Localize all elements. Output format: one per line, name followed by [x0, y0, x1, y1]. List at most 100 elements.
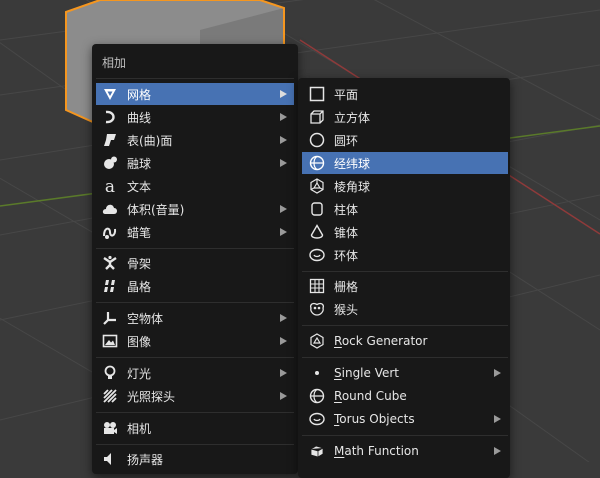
- mesh-item-plane[interactable]: 平面: [302, 83, 508, 105]
- ico-sphere-icon: [306, 175, 328, 197]
- menu-separator: [96, 302, 294, 303]
- cylinder-icon: [306, 198, 328, 220]
- add-menu-item-label: 表(曲)面: [127, 133, 173, 148]
- add-menu-item-mesh[interactable]: 网格: [96, 83, 294, 105]
- menu-separator: [302, 435, 508, 436]
- mesh-item-monkey[interactable]: 猴头: [302, 298, 508, 320]
- add-menu-item-lattice[interactable]: 晶格: [96, 275, 294, 297]
- mesh-item-label: 栅格: [334, 279, 359, 294]
- volume-icon: [99, 198, 121, 220]
- mesh-item-torus[interactable]: 环体: [302, 244, 508, 266]
- plane-icon: [306, 83, 328, 105]
- torus-icon: [306, 244, 328, 266]
- add-menu-item-curve[interactable]: 曲线: [96, 106, 294, 128]
- metaball-icon: [99, 152, 121, 174]
- mesh-item-label: 环体: [334, 248, 359, 263]
- submenu-arrow-icon: [276, 136, 290, 144]
- add-menu-item-label: 空物体: [127, 311, 164, 326]
- submenu-arrow-icon: [276, 228, 290, 236]
- mesh-item-torus-objects[interactable]: Torus Objects: [302, 408, 508, 430]
- math-function-icon: [306, 440, 328, 462]
- torus-objects-icon: [306, 408, 328, 430]
- add-menu-item-label: 曲线: [127, 110, 152, 125]
- add-menu-item-label: 蜡笔: [127, 225, 152, 240]
- monkey-icon: [306, 298, 328, 320]
- mesh-item-cone[interactable]: 锥体: [302, 221, 508, 243]
- mesh-item-uv-sphere[interactable]: 经纬球: [302, 152, 508, 174]
- add-menu-item-armature[interactable]: 骨架: [96, 252, 294, 274]
- mesh-item-cube[interactable]: 立方体: [302, 106, 508, 128]
- submenu-arrow-icon: [490, 415, 504, 423]
- submenu-arrow-icon: [490, 369, 504, 377]
- lattice-icon: [99, 275, 121, 297]
- mesh-item-cylinder[interactable]: 柱体: [302, 198, 508, 220]
- add-menu-item-label: 晶格: [127, 279, 152, 294]
- grease-pencil-icon: [99, 221, 121, 243]
- mesh-item-single-vert[interactable]: Single Vert: [302, 362, 508, 384]
- add-menu-item-light[interactable]: 灯光: [96, 362, 294, 384]
- submenu-arrow-icon: [276, 159, 290, 167]
- mesh-item-label: 立方体: [334, 110, 371, 125]
- text-icon: a: [99, 175, 121, 197]
- add-menu-item-grease-pencil[interactable]: 蜡笔: [96, 221, 294, 243]
- surface-icon: [99, 129, 121, 151]
- add-menu-item-text[interactable]: a 文本: [96, 175, 294, 197]
- empty-icon: [99, 307, 121, 329]
- mesh-item-ico-sphere[interactable]: 棱角球: [302, 175, 508, 197]
- add-menu-item-label: 图像: [127, 334, 152, 349]
- mesh-item-label: Rock Generator: [334, 334, 428, 348]
- image-icon: [99, 330, 121, 352]
- mesh-item-round-cube[interactable]: Round Cube: [302, 385, 508, 407]
- add-menu-item-image[interactable]: 图像: [96, 330, 294, 352]
- add-menu-title: 相加: [102, 56, 127, 70]
- add-menu-item-label: 扬声器: [127, 452, 164, 467]
- circle-icon: [306, 129, 328, 151]
- cube-icon: [306, 106, 328, 128]
- submenu-arrow-icon: [276, 90, 290, 98]
- menu-separator: [302, 325, 508, 326]
- mesh-item-label: 猴头: [334, 302, 359, 317]
- uv-sphere-icon: [306, 152, 328, 174]
- menu-separator: [302, 357, 508, 358]
- submenu-arrow-icon: [490, 447, 504, 455]
- add-menu-item-label: 灯光: [127, 366, 152, 381]
- add-menu-item-label: 骨架: [127, 256, 152, 271]
- submenu-arrow-icon: [276, 314, 290, 322]
- submenu-arrow-icon: [276, 369, 290, 377]
- mesh-item-label: Math Function: [334, 444, 419, 458]
- add-menu-item-label: 体积(音量): [127, 202, 185, 217]
- light-probe-icon: [99, 385, 121, 407]
- add-menu-item-speaker[interactable]: 扬声器: [96, 448, 294, 470]
- menu-separator: [96, 444, 294, 445]
- mesh-item-math-function[interactable]: Math Function: [302, 440, 508, 462]
- submenu-arrow-icon: [276, 113, 290, 121]
- speaker-icon: [99, 448, 121, 470]
- mesh-item-label: 平面: [334, 87, 359, 102]
- submenu-arrow-icon: [276, 392, 290, 400]
- menu-separator: [96, 412, 294, 413]
- add-menu-item-label: 网格: [127, 87, 152, 102]
- add-menu-item-camera[interactable]: 相机: [96, 417, 294, 439]
- add-menu-item-label: 相机: [127, 421, 152, 436]
- mesh-item-label: Round Cube: [334, 389, 407, 403]
- cone-icon: [306, 221, 328, 243]
- mesh-icon: [99, 83, 121, 105]
- round-cube-icon: [306, 385, 328, 407]
- menu-separator: [96, 78, 294, 79]
- mesh-item-rock-generator[interactable]: Rock Generator: [302, 330, 508, 352]
- add-menu-item-metaball[interactable]: 融球: [96, 152, 294, 174]
- menu-separator: [96, 357, 294, 358]
- mesh-item-grid[interactable]: 栅格: [302, 275, 508, 297]
- mesh-item-label: 圆环: [334, 133, 359, 148]
- add-menu-item-surface[interactable]: 表(曲)面: [96, 129, 294, 151]
- mesh-item-circle[interactable]: 圆环: [302, 129, 508, 151]
- mesh-item-label: Torus Objects: [334, 412, 415, 426]
- menu-separator: [96, 248, 294, 249]
- mesh-item-label: 经纬球: [334, 156, 371, 171]
- add-menu-item-empty[interactable]: 空物体: [96, 307, 294, 329]
- mesh-item-label: 柱体: [334, 202, 359, 217]
- add-menu-item-light-probe[interactable]: 光照探头: [96, 385, 294, 407]
- armature-icon: [99, 252, 121, 274]
- add-menu-item-volume[interactable]: 体积(音量): [96, 198, 294, 220]
- rock-icon: [306, 330, 328, 352]
